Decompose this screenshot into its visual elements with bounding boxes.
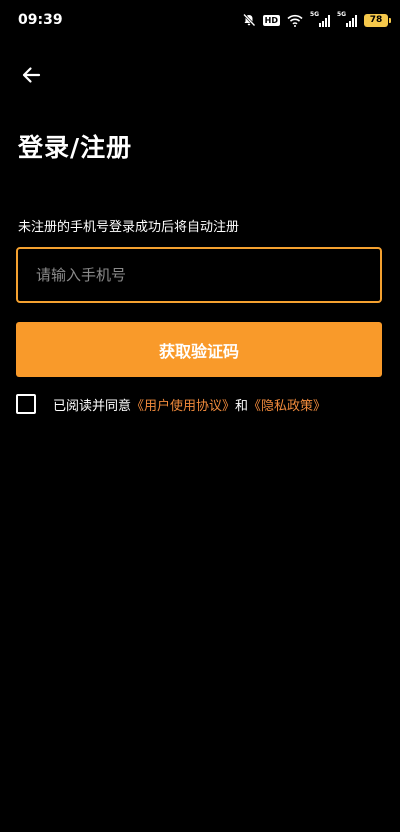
battery-icon: 78 (364, 13, 391, 27)
status-bar: 09:39 HD 5G 5G 78 (0, 0, 400, 40)
user-agreement-link[interactable]: 《用户使用协议》 (131, 399, 235, 414)
signal-icon-2: 5G (337, 11, 357, 27)
agreement-connector: 和 (235, 398, 249, 414)
signal-1-tag: 5G (310, 11, 320, 18)
agreement-prefix: 已阅读并同意 (53, 398, 132, 414)
agreement-text: 已阅读并同意《用户使用协议》和《隐私政策》 (53, 395, 326, 414)
back-button[interactable] (14, 60, 48, 94)
phone-input[interactable] (16, 247, 382, 303)
register-hint: 未注册的手机号登录成功后将自动注册 (18, 220, 240, 235)
agreement-row: 已阅读并同意《用户使用协议》和《隐私政策》 (16, 393, 326, 415)
signal-icon-1: 5G (310, 11, 330, 27)
privacy-policy-link[interactable]: 《隐私政策》 (248, 399, 326, 414)
mute-icon (242, 13, 256, 27)
agree-checkbox[interactable] (16, 394, 36, 414)
wifi-icon (287, 14, 303, 27)
status-time: 09:39 (18, 12, 63, 28)
status-icons: HD 5G 5G 78 (242, 10, 391, 30)
arrow-left-icon (21, 66, 41, 88)
hd-icon: HD (262, 14, 280, 26)
signal-2-tag: 5G (337, 11, 347, 18)
page-title: 登录/注册 (18, 133, 133, 162)
get-code-button[interactable]: 获取验证码 (16, 322, 382, 377)
